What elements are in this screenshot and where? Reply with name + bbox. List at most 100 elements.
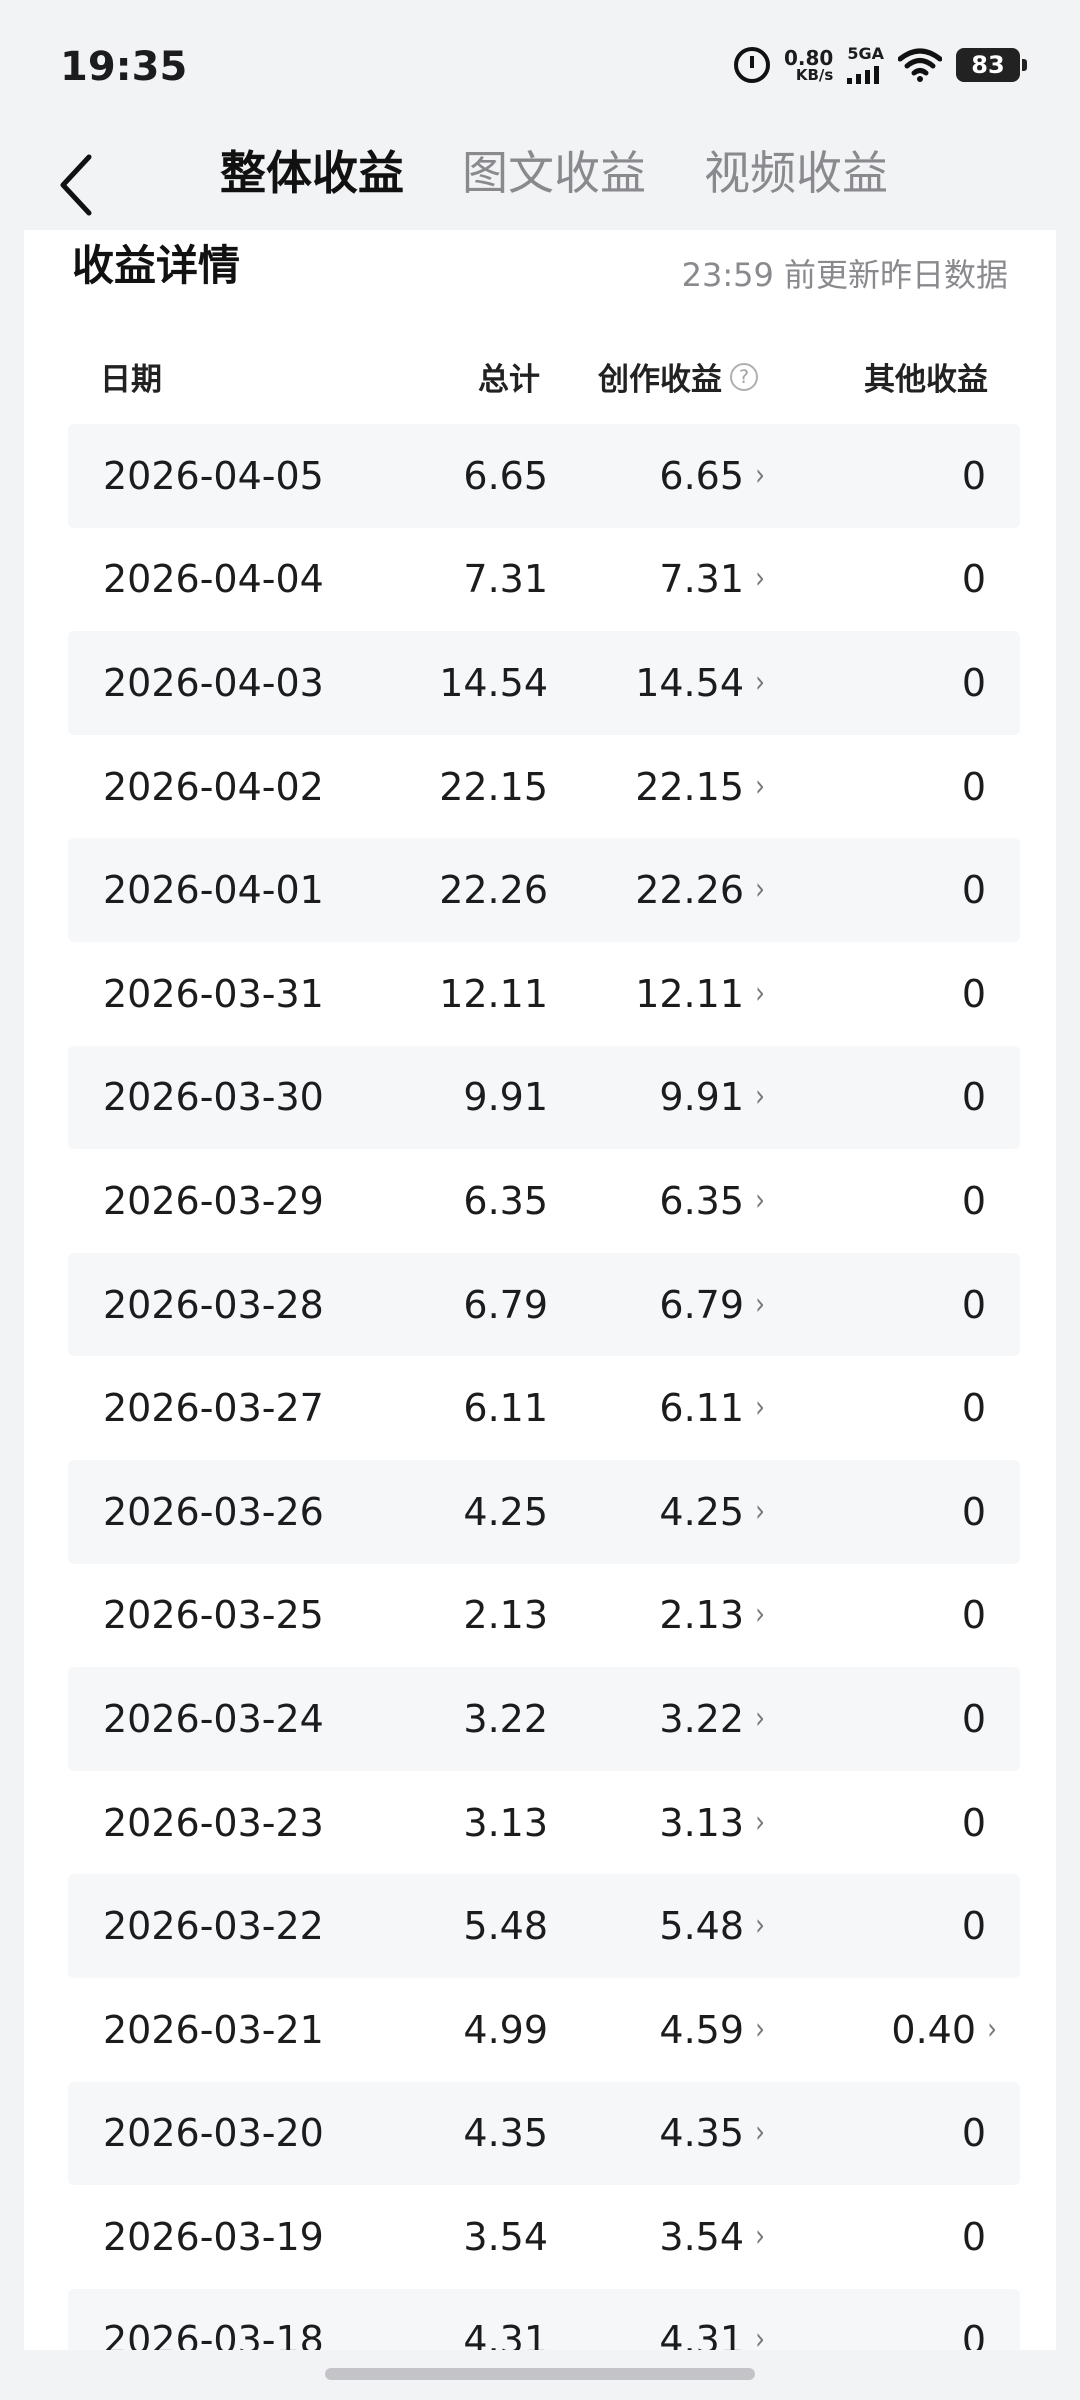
row-creation-earnings[interactable]: 3.13 ›: [659, 1771, 766, 1875]
row-creation-earnings-value: 3.54: [659, 2214, 744, 2259]
row-date-value: 2026-03-18: [103, 2318, 324, 2350]
table-row[interactable]: 2026-03-24 3.22 3.22 › 0: [68, 1667, 1020, 1771]
wifi-icon: [898, 48, 942, 82]
tab-overall-earnings[interactable]: 整体收益: [220, 137, 404, 203]
row-total: 14.54: [439, 631, 548, 735]
home-indicator: [325, 2368, 755, 2380]
chevron-right-icon: ›: [755, 2115, 765, 2151]
table-row[interactable]: 2026-04-01 22.26 22.26 › 0: [68, 838, 1020, 942]
row-other-earnings: 0: [962, 1771, 986, 1875]
row-creation-earnings[interactable]: 22.26 ›: [635, 838, 766, 942]
table-row[interactable]: 2026-04-05 6.65 6.65 › 0: [68, 424, 1020, 528]
help-icon[interactable]: ?: [730, 362, 758, 391]
row-total-value: 9.91: [463, 1075, 548, 1120]
row-other-earnings-value: 0: [961, 764, 986, 809]
row-date: 2026-03-30: [103, 1046, 324, 1150]
row-creation-earnings[interactable]: 6.35 ›: [659, 1149, 766, 1253]
row-other-earnings-value: 0: [961, 1282, 986, 1327]
row-other-earnings: 0: [962, 1253, 986, 1357]
row-total-value: 3.54: [463, 2214, 548, 2259]
row-creation-earnings-value: 7.31: [659, 557, 744, 602]
row-creation-earnings[interactable]: 2.13 ›: [659, 1564, 766, 1668]
row-creation-earnings[interactable]: 22.15 ›: [635, 735, 766, 839]
row-date: 2026-03-19: [103, 2185, 324, 2289]
table-row[interactable]: 2026-03-18 4.31 4.31 › 0: [68, 2288, 1020, 2350]
row-creation-earnings[interactable]: 6.79 ›: [659, 1253, 766, 1357]
chevron-right-icon: ›: [755, 2011, 765, 2047]
row-other-earnings-value: 0: [961, 868, 986, 913]
row-creation-earnings[interactable]: 4.31 ›: [659, 2289, 766, 2350]
row-total: 22.15: [439, 735, 548, 839]
row-creation-earnings[interactable]: 4.25 ›: [659, 1460, 766, 1564]
row-creation-earnings-value: 6.11: [659, 1386, 744, 1431]
chevron-left-icon: [60, 154, 92, 216]
back-button[interactable]: [45, 145, 105, 225]
table-row[interactable]: 2026-04-02 22.15 22.15 › 0: [68, 735, 1020, 839]
row-total: 3.22: [463, 1667, 548, 1771]
row-creation-earnings[interactable]: 6.11 ›: [659, 1356, 766, 1460]
row-creation-earnings[interactable]: 3.22 ›: [659, 1667, 766, 1771]
row-total: 2.13: [463, 1564, 548, 1668]
update-note: 23:59 前更新昨日数据: [681, 256, 1008, 294]
chevron-right-icon: ›: [755, 1700, 765, 1736]
table-row[interactable]: 2026-03-25 2.13 2.13 › 0: [68, 1564, 1020, 1668]
row-date: 2026-03-24: [103, 1667, 324, 1771]
table-row[interactable]: 2026-03-22 5.48 5.48 › 0: [68, 1874, 1020, 1978]
table-row[interactable]: 2026-03-30 9.91 9.91 › 0: [68, 1045, 1020, 1150]
row-date-value: 2026-03-22: [103, 1904, 324, 1949]
table-row[interactable]: 2026-03-21 4.99 4.59 › 0.40 ›: [68, 1978, 1020, 2082]
row-creation-earnings-value: 9.91: [659, 1075, 744, 1120]
table-row[interactable]: 2026-03-27 6.11 6.11 › 0: [68, 1356, 1020, 1460]
row-creation-earnings[interactable]: 9.91 ›: [659, 1046, 766, 1150]
row-other-earnings[interactable]: 0.40 ›: [891, 1978, 998, 2082]
table-row[interactable]: 2026-03-28 6.79 6.79 › 0: [68, 1252, 1020, 1357]
row-creation-earnings[interactable]: 12.11 ›: [635, 942, 766, 1046]
row-total: 6.11: [463, 1356, 548, 1460]
row-total-value: 12.11: [439, 971, 548, 1016]
row-date: 2026-04-04: [103, 528, 324, 632]
row-total-value: 6.35: [463, 1178, 548, 1223]
row-date: 2026-03-18: [103, 2289, 324, 2350]
row-creation-earnings[interactable]: 4.35 ›: [659, 2082, 766, 2186]
row-other-earnings-value: 0.40: [891, 2007, 976, 2052]
row-total: 7.31: [463, 528, 548, 632]
table-row[interactable]: 2026-03-26 4.25 4.25 › 0: [68, 1459, 1020, 1564]
table-row[interactable]: 2026-03-23 3.13 3.13 › 0: [68, 1771, 1020, 1875]
row-other-earnings: 0: [962, 1046, 986, 1150]
row-other-earnings: 0: [962, 631, 986, 735]
row-creation-earnings[interactable]: 5.48 ›: [659, 1874, 766, 1978]
row-creation-earnings[interactable]: 7.31 ›: [659, 528, 766, 632]
row-total: 3.13: [463, 1771, 548, 1875]
row-other-earnings-value: 0: [961, 557, 986, 602]
chevron-right-icon: ›: [755, 768, 765, 804]
row-other-earnings: 0: [962, 942, 986, 1046]
row-date-value: 2026-03-27: [103, 1386, 324, 1431]
row-creation-earnings-value: 12.11: [635, 971, 744, 1016]
row-creation-earnings-value: 3.13: [659, 1800, 744, 1845]
column-header-other: 其他收益: [864, 362, 988, 398]
row-other-earnings: 0: [962, 1564, 986, 1668]
table-row[interactable]: 2026-04-04 7.31 7.31 › 0: [68, 528, 1020, 632]
row-total-value: 22.15: [439, 764, 548, 809]
row-date: 2026-03-26: [103, 1460, 324, 1564]
tab-video-earnings[interactable]: 视频收益: [704, 137, 888, 203]
row-total: 4.35: [463, 2082, 548, 2186]
row-creation-earnings[interactable]: 14.54 ›: [635, 631, 766, 735]
row-creation-earnings[interactable]: 3.54 ›: [659, 2185, 766, 2289]
row-date: 2026-04-01: [103, 838, 324, 942]
row-creation-earnings[interactable]: 4.59 ›: [659, 1978, 766, 2082]
row-total: 6.79: [463, 1253, 548, 1357]
table-row[interactable]: 2026-04-03 14.54 14.54 › 0: [68, 631, 1020, 735]
table-row[interactable]: 2026-03-29 6.35 6.35 › 0: [68, 1149, 1020, 1253]
table-row[interactable]: 2026-03-20 4.35 4.35 › 0: [68, 2081, 1020, 2186]
chevron-right-icon: ›: [987, 2011, 997, 2047]
row-total-value: 4.35: [463, 2111, 548, 2156]
tab-article-earnings[interactable]: 图文收益: [462, 137, 646, 203]
row-date: 2026-03-29: [103, 1149, 324, 1253]
row-date-value: 2026-04-05: [103, 453, 324, 498]
row-total: 3.54: [463, 2185, 548, 2289]
table-row[interactable]: 2026-03-31 12.11 12.11 › 0: [68, 942, 1020, 1046]
table-row[interactable]: 2026-03-19 3.54 3.54 › 0: [68, 2185, 1020, 2289]
row-other-earnings-value: 0: [961, 2111, 986, 2156]
row-creation-earnings[interactable]: 6.65 ›: [659, 424, 766, 528]
